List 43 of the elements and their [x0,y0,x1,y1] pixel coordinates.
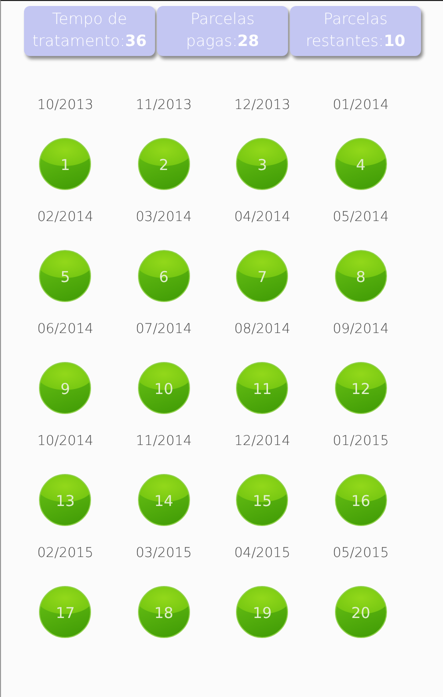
month-label: 12/2013 [234,96,290,114]
installment-ball[interactable]: 16 [334,474,387,526]
month-label: 09/2014 [332,320,389,338]
summary-card: Tempo de tratamento:36 [24,6,155,56]
installment-ball[interactable]: 9 [39,362,92,414]
installment-ball[interactable]: 15 [236,474,288,526]
month-label: 03/2014 [136,208,192,226]
month-label: 04/2014 [234,208,290,226]
summary-card: Parcelas pagas:28 [157,6,288,56]
month-label: 11/2013 [136,96,192,114]
installment-ball[interactable]: 7 [236,250,288,302]
installment-ball[interactable]: 18 [138,586,190,638]
installment-ball[interactable]: 11 [236,362,288,414]
month-label: 10/2014 [37,432,94,450]
month-label: 01/2015 [332,432,389,450]
month-label: 05/2015 [332,544,389,562]
installment-ball[interactable]: 5 [39,250,92,302]
month-label: 11/2014 [136,432,192,450]
month-label: 12/2014 [234,432,290,450]
installment-ball[interactable]: 8 [334,250,387,302]
month-label: 03/2015 [136,544,192,562]
installment-ball[interactable]: 4 [334,138,387,190]
month-label: 02/2015 [37,544,94,562]
month-label: 08/2014 [234,320,290,338]
month-label: 05/2014 [332,208,389,226]
installment-ball[interactable]: 10 [138,362,190,414]
month-label: 06/2014 [37,320,94,338]
month-label: 07/2014 [136,320,192,338]
installment-ball[interactable]: 19 [236,586,288,638]
installment-ball[interactable]: 2 [138,138,190,190]
month-label: 02/2014 [37,208,94,226]
installment-ball[interactable]: 1 [39,138,92,190]
installment-ball[interactable]: 17 [39,586,92,638]
installment-ball[interactable]: 20 [334,586,387,638]
month-label: 04/2015 [234,544,290,562]
summary-card: Parcelas restantes:10 [290,6,421,56]
installment-ball[interactable]: 6 [138,250,190,302]
installment-ball[interactable]: 14 [138,474,190,526]
installment-ball[interactable]: 12 [334,362,387,414]
installment-ball[interactable]: 13 [39,474,92,526]
month-label: 10/2013 [37,96,94,114]
installment-ball[interactable]: 3 [236,138,288,190]
month-label: 01/2014 [332,96,389,114]
